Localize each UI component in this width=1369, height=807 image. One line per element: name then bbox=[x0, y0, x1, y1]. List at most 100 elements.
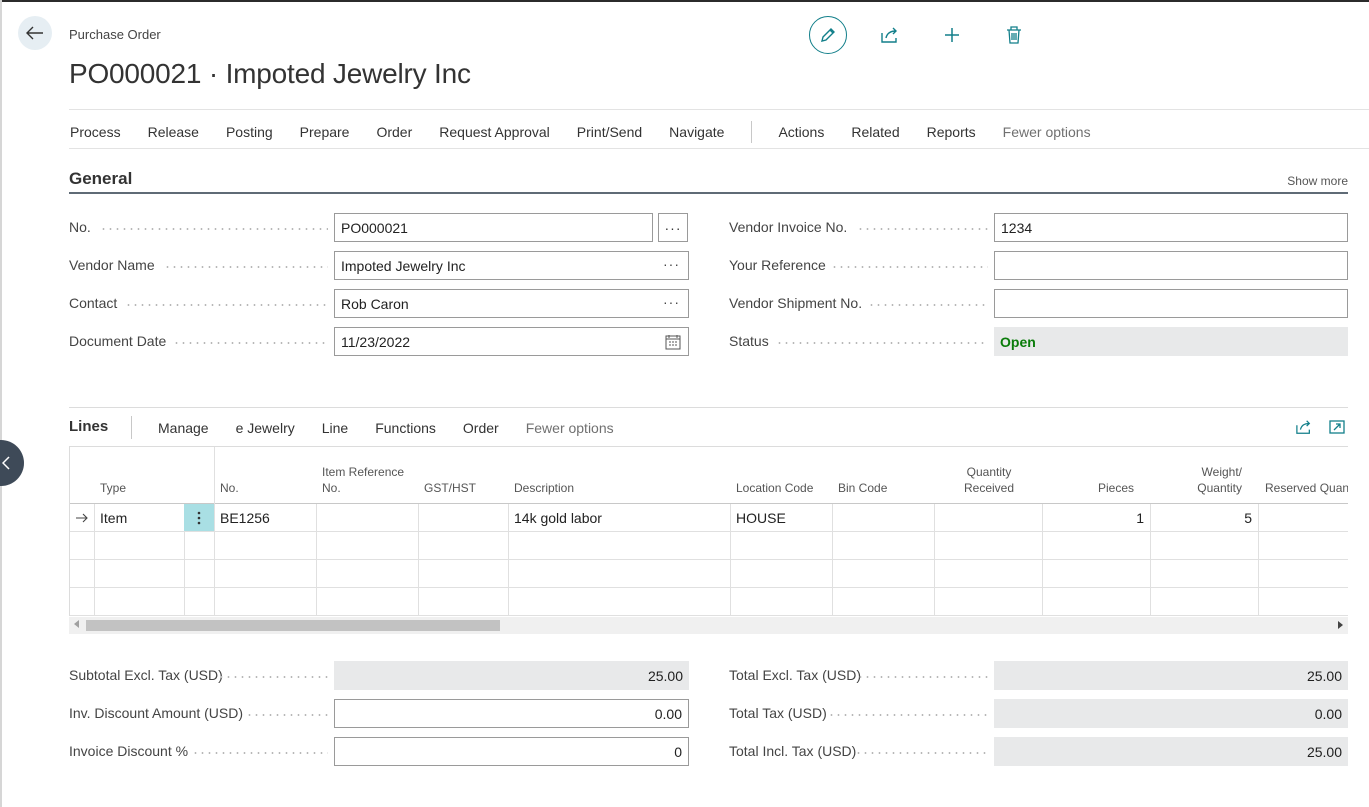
menu-prepare[interactable]: Prepare bbox=[300, 124, 350, 140]
cell-quantity-received[interactable] bbox=[934, 504, 1042, 531]
leader-dots bbox=[868, 304, 988, 306]
menu-print-send[interactable]: Print/Send bbox=[577, 124, 642, 140]
collapse-factbox-button[interactable] bbox=[0, 440, 24, 486]
menu-divider bbox=[69, 109, 1369, 110]
menu-navigate[interactable]: Navigate bbox=[669, 124, 724, 140]
breadcrumb: Purchase Order bbox=[69, 27, 161, 42]
lines-section-title[interactable]: Lines bbox=[69, 418, 108, 435]
col-header-quantity-received[interactable]: Quantity Received bbox=[936, 447, 1042, 503]
edit-button[interactable] bbox=[809, 16, 847, 54]
field-label-contact: Contact bbox=[69, 295, 118, 311]
col-header-reserved-quantity[interactable]: Reserved Quant bbox=[1265, 447, 1348, 503]
window-top-border bbox=[0, 0, 1369, 2]
row-actions-button[interactable] bbox=[184, 504, 214, 531]
your-reference-field[interactable] bbox=[994, 251, 1348, 280]
document-date-field[interactable]: 11/23/2022 bbox=[334, 327, 689, 356]
vendor-invoice-no-field[interactable]: 1234 bbox=[994, 213, 1348, 242]
cell-bin-code[interactable] bbox=[832, 504, 934, 531]
col-header-weight-quantity[interactable]: Weight/ Quantity bbox=[1152, 447, 1242, 503]
menu-request-approval[interactable]: Request Approval bbox=[439, 124, 550, 140]
col-header-description[interactable]: Description bbox=[514, 447, 724, 503]
trash-icon bbox=[1007, 26, 1021, 44]
lines-menu-jewelry[interactable]: e Jewelry bbox=[236, 420, 295, 436]
total-label-total-tax: Total Tax (USD) bbox=[729, 705, 827, 721]
arrow-right-icon bbox=[76, 513, 88, 522]
contact-field[interactable]: Rob Caron ··· bbox=[334, 289, 689, 318]
vendor-name-field[interactable]: Impoted Jewelry Inc ··· bbox=[334, 251, 689, 280]
cell-description[interactable]: 14k gold labor bbox=[508, 504, 730, 531]
menu-fewer-options[interactable]: Fewer options bbox=[1003, 124, 1091, 140]
row-indicator[interactable] bbox=[70, 504, 94, 531]
col-header-location-code[interactable]: Location Code bbox=[736, 447, 832, 503]
leader-dots bbox=[857, 228, 988, 230]
lines-menu-order[interactable]: Order bbox=[463, 420, 499, 436]
cell-weight-quantity[interactable]: 5 bbox=[1150, 504, 1258, 531]
leader-dots bbox=[831, 266, 988, 268]
expand-icon bbox=[1329, 420, 1345, 434]
menu-order[interactable]: Order bbox=[376, 124, 412, 140]
cell-no[interactable]: BE1256 bbox=[214, 504, 316, 531]
no-value: PO000021 bbox=[341, 219, 408, 236]
grid-row-line bbox=[70, 615, 1348, 616]
lines-toolbar-icons bbox=[1282, 416, 1348, 438]
total-label-inv-discount-amount: Inv. Discount Amount (USD) bbox=[69, 705, 244, 721]
vendor-name-lookup-button[interactable]: ··· bbox=[663, 256, 680, 272]
col-header-quantity-received-line1: Quantity bbox=[966, 465, 1012, 479]
pencil-icon bbox=[821, 28, 835, 42]
share-icon bbox=[881, 27, 897, 43]
cell-gst[interactable] bbox=[418, 504, 508, 531]
general-section-title[interactable]: General bbox=[69, 169, 132, 189]
col-header-bin-code[interactable]: Bin Code bbox=[838, 447, 934, 503]
lines-menu-line[interactable]: Line bbox=[322, 420, 348, 436]
new-button[interactable] bbox=[933, 16, 971, 54]
menu-process[interactable]: Process bbox=[70, 124, 121, 140]
scroll-right-arrow[interactable] bbox=[1338, 621, 1343, 629]
show-more-link[interactable]: Show more bbox=[1287, 174, 1348, 188]
total-excl-tax-field: 25.00 bbox=[994, 661, 1348, 690]
scroll-left-arrow[interactable] bbox=[74, 620, 79, 628]
no-assist-button[interactable]: ··· bbox=[658, 213, 688, 242]
menu-release[interactable]: Release bbox=[148, 124, 199, 140]
lines-menu-fewer-options[interactable]: Fewer options bbox=[526, 420, 614, 436]
cell-pieces[interactable]: 1 bbox=[1042, 504, 1150, 531]
inv-discount-amount-field[interactable]: 0.00 bbox=[334, 699, 689, 728]
lines-share-button[interactable] bbox=[1293, 416, 1315, 438]
contact-lookup-button[interactable]: ··· bbox=[663, 294, 680, 310]
menu-separator bbox=[751, 121, 753, 143]
col-header-type[interactable]: Type bbox=[100, 447, 184, 503]
menu-related[interactable]: Related bbox=[851, 124, 899, 140]
share-button[interactable] bbox=[871, 16, 909, 54]
menu-posting[interactable]: Posting bbox=[226, 124, 273, 140]
total-label-total-excl-tax: Total Excl. Tax (USD) bbox=[729, 667, 861, 683]
menu-actions[interactable]: Actions bbox=[778, 124, 824, 140]
col-header-item-reference[interactable]: Item Reference No. bbox=[322, 447, 418, 503]
cell-location-code[interactable]: HOUSE bbox=[730, 504, 832, 531]
lines-expand-button[interactable] bbox=[1326, 416, 1348, 438]
col-header-pieces[interactable]: Pieces bbox=[1044, 447, 1134, 503]
leader-dots bbox=[246, 714, 328, 716]
back-button[interactable] bbox=[18, 16, 52, 50]
section-rule bbox=[69, 192, 1348, 194]
cell-type[interactable]: Item bbox=[94, 504, 184, 531]
lines-menu-bar: Manage e Jewelry Line Functions Order Fe… bbox=[158, 420, 641, 436]
delete-button[interactable] bbox=[995, 16, 1033, 54]
calendar-icon[interactable] bbox=[665, 334, 681, 350]
lines-menu-functions[interactable]: Functions bbox=[375, 420, 436, 436]
vendor-invoice-no-value: 1234 bbox=[1001, 219, 1033, 236]
horizontal-scrollbar[interactable] bbox=[69, 617, 1348, 634]
vendor-name-value: Impoted Jewelry Inc bbox=[341, 257, 466, 274]
vendor-shipment-no-field[interactable] bbox=[994, 289, 1348, 318]
lines-separator bbox=[131, 416, 132, 439]
no-field[interactable]: PO000021 bbox=[334, 213, 653, 242]
menu-reports[interactable]: Reports bbox=[927, 124, 976, 140]
scrollbar-thumb[interactable] bbox=[86, 620, 500, 631]
col-header-gst[interactable]: GST/HST bbox=[424, 447, 508, 503]
col-header-quantity-received-line2: Received bbox=[963, 481, 1015, 495]
invoice-discount-pct-field[interactable]: 0 bbox=[334, 737, 689, 766]
leader-dots bbox=[100, 228, 328, 230]
cell-item-reference[interactable] bbox=[316, 504, 418, 531]
lines-menu-manage[interactable]: Manage bbox=[158, 420, 209, 436]
leader-dots bbox=[192, 752, 328, 754]
col-header-no[interactable]: No. bbox=[220, 447, 316, 503]
total-label-total-incl-tax: Total Incl. Tax (USD) bbox=[729, 743, 857, 759]
